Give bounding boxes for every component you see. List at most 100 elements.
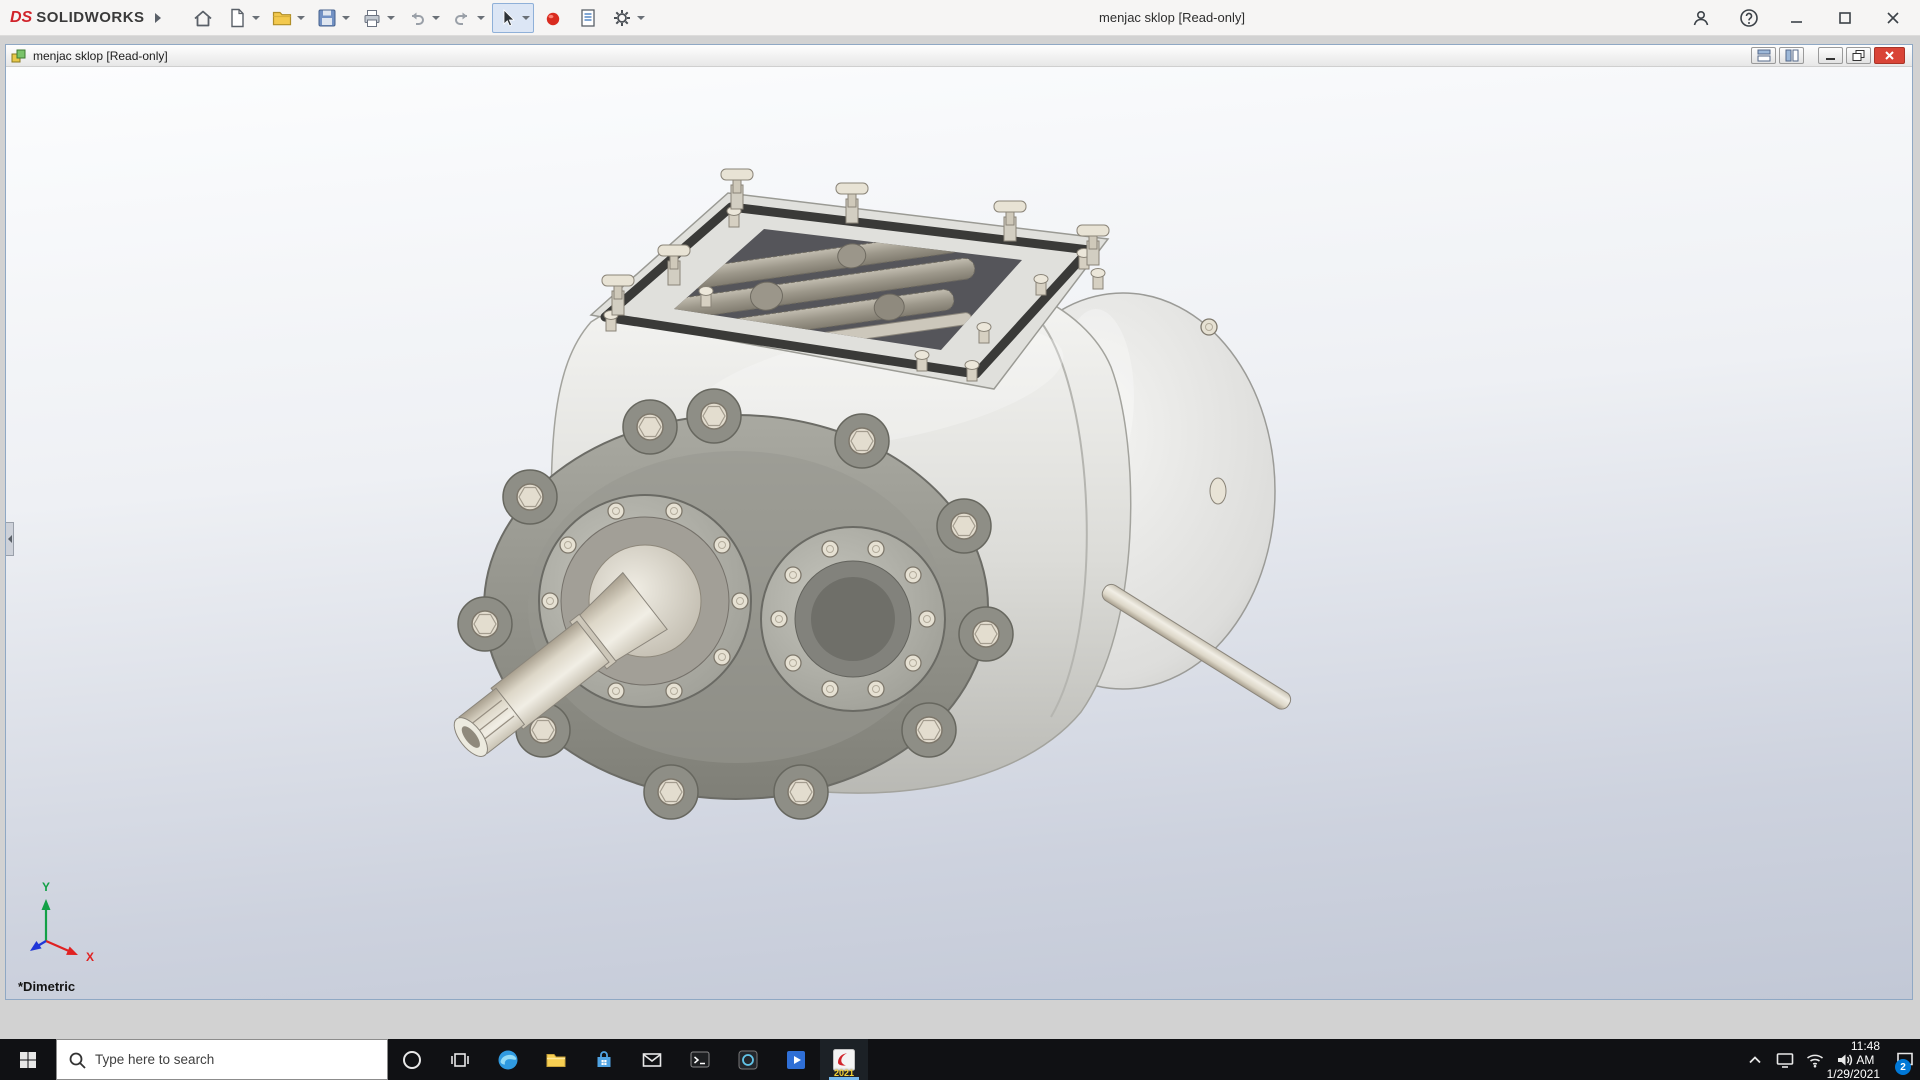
chevron-left-icon — [7, 535, 12, 543]
mail-button[interactable] — [628, 1039, 676, 1080]
quick-access-toolbar — [187, 2, 649, 33]
maximize-icon — [1839, 12, 1851, 24]
terminal-button[interactable] — [676, 1039, 724, 1080]
tile-vertical-icon — [1785, 49, 1798, 62]
edge-button[interactable] — [484, 1039, 532, 1080]
account-icon — [1693, 11, 1709, 26]
document-title: menjac sklop [Read-only] — [33, 48, 168, 63]
document-window: menjac sklop [Read-only] Y X *Dimetric — [5, 44, 1913, 1000]
triad-x-label: X — [86, 950, 94, 964]
maximize-button[interactable] — [1828, 3, 1862, 33]
3dexperience-button[interactable] — [537, 3, 569, 33]
restore-icon — [1852, 50, 1865, 61]
gearbox-model[interactable] — [6, 67, 1912, 999]
minimize-button[interactable] — [1780, 3, 1814, 33]
app-window-controls — [1684, 0, 1910, 36]
home-icon — [193, 10, 212, 26]
clock-time: 11:48 AM — [1850, 1038, 1880, 1067]
doc-minimize-button[interactable] — [1818, 47, 1843, 64]
document-titlebar: menjac sklop [Read-only] — [6, 45, 1912, 67]
cortana-button[interactable] — [388, 1039, 436, 1080]
start-button[interactable] — [0, 1039, 56, 1080]
file-properties-button[interactable] — [572, 3, 604, 33]
notification-badge: 2 — [1895, 1059, 1911, 1075]
system-tray: 11:48 AM 1/29/2021 2 — [1740, 1039, 1920, 1080]
network-tray-button[interactable] — [1800, 1039, 1830, 1080]
undo-button[interactable] — [402, 3, 444, 33]
graphics-viewport[interactable]: Y X *Dimetric — [6, 67, 1912, 999]
help-button[interactable] — [1732, 3, 1766, 33]
file-explorer-icon — [546, 1053, 566, 1067]
solidworks-year-label: 2021 — [833, 1068, 855, 1078]
store-button[interactable] — [580, 1039, 628, 1080]
triad-y-label: Y — [42, 880, 50, 894]
open-folder-icon — [272, 11, 291, 25]
select-cursor-icon — [503, 8, 515, 26]
photos-button[interactable] — [724, 1039, 772, 1080]
edge-icon — [498, 1050, 518, 1069]
wifi-icon — [1807, 1054, 1823, 1067]
task-view-icon — [451, 1052, 469, 1067]
ds-logo: DS — [10, 8, 33, 26]
help-icon — [1740, 9, 1758, 27]
solidworks-logo: DS SOLIDWORKS — [10, 9, 145, 27]
doc-restore-button[interactable] — [1846, 47, 1871, 64]
undo-icon — [411, 12, 424, 25]
gear-icon — [613, 9, 630, 26]
solidworks-taskbar-button[interactable]: 2021 — [820, 1039, 868, 1080]
file-properties-icon — [580, 8, 595, 27]
windows-logo-icon — [20, 1051, 36, 1068]
new-document-button[interactable] — [222, 3, 264, 33]
movies-tv-button[interactable] — [772, 1039, 820, 1080]
monitor-icon — [1776, 1052, 1794, 1068]
close-icon — [1885, 51, 1894, 60]
select-button[interactable] — [491, 2, 534, 33]
close-button[interactable] — [1876, 3, 1910, 33]
brand-name: SOLIDWORKS — [36, 8, 145, 26]
tile-vertical-button[interactable] — [1779, 47, 1804, 64]
output-boss[interactable] — [760, 526, 946, 712]
mail-icon — [642, 1052, 662, 1067]
search-input[interactable] — [95, 1052, 377, 1067]
redo-icon — [454, 12, 467, 25]
print-button[interactable] — [357, 3, 399, 33]
app-titlebar: DS SOLIDWORKS menjac sklop [Read-only] — [0, 0, 1920, 36]
doc-close-button[interactable] — [1874, 47, 1905, 64]
view-orientation-label: *Dimetric — [18, 979, 76, 994]
save-button[interactable] — [312, 3, 354, 33]
orientation-triad: Y X — [30, 880, 94, 964]
action-center-button[interactable]: 2 — [1890, 1039, 1920, 1080]
close-icon — [1887, 12, 1899, 24]
tile-horizontal-button[interactable] — [1751, 47, 1776, 64]
tile-horizontal-icon — [1757, 49, 1770, 62]
terminal-icon — [690, 1051, 710, 1067]
store-icon — [597, 1050, 611, 1067]
assembly-document-icon — [11, 49, 26, 62]
app-title: menjac sklop [Read-only] — [1099, 10, 1245, 25]
options-button[interactable] — [607, 3, 649, 33]
chevron-right-icon — [154, 12, 161, 23]
task-view-button[interactable] — [436, 1039, 484, 1080]
chevron-up-icon — [1749, 1055, 1761, 1063]
home-button[interactable] — [187, 3, 219, 33]
search-icon — [69, 1052, 86, 1069]
account-button[interactable] — [1684, 3, 1718, 33]
clock-date: 1/29/2021 — [1826, 1066, 1880, 1080]
save-icon — [318, 9, 336, 26]
cortana-icon — [403, 1050, 421, 1069]
redo-button[interactable] — [447, 3, 489, 33]
toolbar-expander-button[interactable] — [154, 12, 161, 23]
tray-expand-button[interactable] — [1740, 1039, 1770, 1080]
panel-splitter-handle[interactable] — [6, 522, 14, 556]
taskbar-clock[interactable]: 11:48 AM 1/29/2021 — [1827, 1039, 1890, 1080]
solidworks-app: DS SOLIDWORKS menjac sklop [Read-only] m… — [0, 0, 1920, 1080]
display-tray-button[interactable] — [1770, 1039, 1800, 1080]
taskbar-search[interactable] — [56, 1039, 388, 1080]
movies-tv-icon — [787, 1050, 805, 1069]
minimize-icon — [1826, 58, 1835, 60]
document-window-controls — [1751, 47, 1907, 64]
file-explorer-button[interactable] — [532, 1039, 580, 1080]
red-sphere-icon — [546, 12, 559, 25]
print-icon — [364, 9, 380, 27]
open-button[interactable] — [267, 3, 309, 33]
